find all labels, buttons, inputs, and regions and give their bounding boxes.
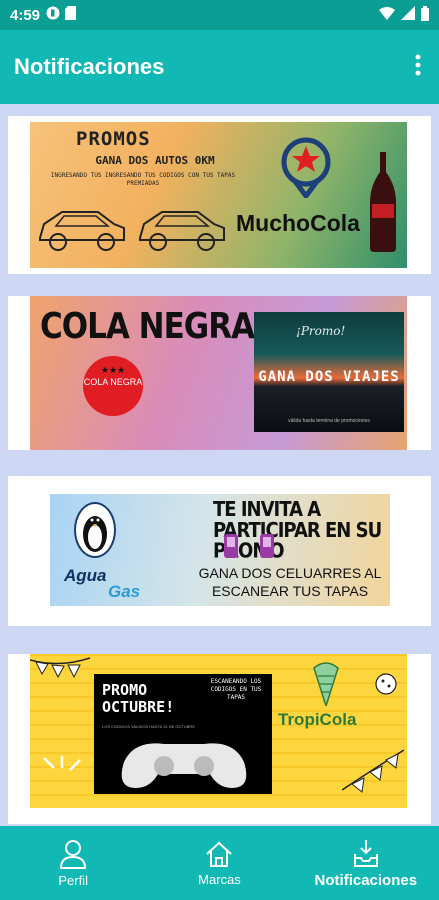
banner-title: PROMOS <box>76 128 151 150</box>
promo-banner[interactable]: PROMO OCTUBRE! ESCANEANDO LOS CODIGOS EN… <box>30 654 407 808</box>
notification-card-tropicola[interactable]: PROMO OCTUBRE! ESCANEANDO LOS CODIGOS EN… <box>8 654 431 824</box>
promo-banner[interactable]: Agua Gas TE INVITA A PARTICIPAR EN SU PR… <box>50 494 390 606</box>
brand-name: MuchoCola <box>236 210 360 236</box>
penguin-icon <box>74 502 116 558</box>
poster-side-text: ESCANEANDO LOS CODIGOS EN TUS TAPAS <box>210 678 262 701</box>
notification-card-muchocola[interactable]: PROMOS GANA DOS AUTOS 0KM INGRESANDO TUS… <box>8 116 431 274</box>
nav-label: Perfil <box>58 872 88 888</box>
badge-text: COLA NEGRA <box>83 377 143 387</box>
person-icon <box>60 839 87 869</box>
promo-label: ¡Promo! <box>296 324 346 338</box>
bottle-icon <box>370 152 396 252</box>
sd-card-icon <box>65 6 77 24</box>
ball-icon <box>375 673 397 695</box>
nav-item-marcas[interactable]: Marcas <box>146 826 292 900</box>
brand-name-part1: Agua <box>64 566 107 585</box>
stars-icon: ★★★ <box>100 365 126 375</box>
fine-print: válida hasta termina de promociones <box>288 418 370 424</box>
promo-banner[interactable]: COLA NEGRA ★★★ COLA NEGRA ¡Promo! GANA D… <box>30 296 407 450</box>
app-bar: Notificaciones <box>0 30 439 104</box>
bottom-navigation: Perfil Marcas Notificaciones <box>0 826 439 900</box>
promo-poster: PROMO OCTUBRE! ESCANEANDO LOS CODIGOS EN… <box>94 674 272 794</box>
car-icon <box>139 211 225 251</box>
notification-card-aguagas[interactable]: Agua Gas TE INVITA A PARTICIPAR EN SU PR… <box>8 476 431 626</box>
wifi-icon <box>379 6 395 24</box>
colanegra-logo: ★★★ COLA NEGRA <box>83 356 143 416</box>
fine-print: LOS CODIGOS VALIDOS HASTA 31 DE OCTUBRE <box>102 724 195 729</box>
poster-title: PROMO OCTUBRE! <box>102 681 175 716</box>
bunting-icon <box>342 749 404 793</box>
ice-cream-icon <box>313 662 339 706</box>
circle-app-icon <box>46 6 60 24</box>
battery-icon <box>421 5 429 25</box>
viajes-poster: ¡Promo! GANA DOS VIAJES válida hasta ter… <box>254 312 404 432</box>
brand-name: TropiCola <box>278 710 357 729</box>
banner-body: GANA DOS CELUARRES AL ESCANEAR TUS TAPAS <box>198 565 382 600</box>
banner-subtitle: GANA DOS AUTOS 0KM <box>95 154 215 167</box>
banner-title: COLA NEGRA <box>40 306 255 348</box>
more-vert-icon[interactable] <box>411 50 425 84</box>
phone-icon <box>224 534 238 558</box>
status-bar: 4:59 <box>0 0 439 30</box>
notification-list[interactable]: PROMOS GANA DOS AUTOS 0KM INGRESANDO TUS… <box>0 104 439 826</box>
nav-item-perfil[interactable]: Perfil <box>0 826 146 900</box>
phone-icon <box>260 534 274 558</box>
banner-small-text: INGRESANDO TUS INGRESANDO TUS CODIGOS CO… <box>50 172 236 188</box>
muchocola-logo-icon <box>281 137 331 198</box>
gamepad-icon <box>121 743 247 788</box>
nav-item-notificaciones[interactable]: Notificaciones <box>293 826 439 900</box>
banner-headline: TE INVITA A PARTICIPAR EN SU PROMO <box>213 497 382 564</box>
car-icon <box>39 211 125 251</box>
inbox-download-icon <box>353 839 378 867</box>
banner-headline: GANA DOS VIAJES <box>258 369 400 385</box>
bunting-icon <box>30 657 90 679</box>
nav-label: Notificaciones <box>314 871 418 889</box>
home-icon <box>206 841 233 867</box>
status-time: 4:59 <box>10 6 41 24</box>
page-title: Notificaciones <box>14 54 165 79</box>
notification-card-colanegra[interactable]: COLA NEGRA ★★★ COLA NEGRA ¡Promo! GANA D… <box>8 296 431 450</box>
promo-banner[interactable]: PROMOS GANA DOS AUTOS 0KM INGRESANDO TUS… <box>30 122 407 268</box>
nav-label: Marcas <box>198 871 241 887</box>
brand-name-part2: Gas <box>108 582 141 601</box>
signal-icon <box>401 6 415 24</box>
confetti-icon <box>43 756 81 771</box>
